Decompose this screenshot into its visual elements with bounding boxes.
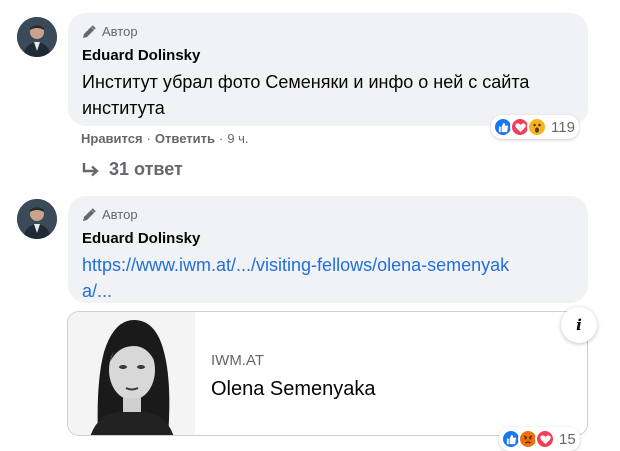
wow-icon (527, 117, 547, 137)
reactions-summary[interactable]: 119 (491, 115, 579, 139)
like-button[interactable]: Нравится (81, 131, 143, 146)
author-name-link[interactable]: Eduard Dolinsky (82, 230, 200, 247)
separator-dot: · (218, 131, 224, 146)
reply-button[interactable]: Ответить (155, 131, 215, 146)
comment-actions: Нравится · Ответить · 9 ч. (81, 131, 249, 146)
link-title[interactable]: Olena Semenyaka (211, 378, 376, 401)
author-badge-label: Автор (102, 24, 138, 39)
comment-timestamp[interactable]: 9 ч. (227, 131, 248, 146)
reaction-count: 119 (551, 118, 575, 136)
link-domain: IWM.AT (211, 352, 265, 369)
reaction-count: 15 (559, 430, 576, 448)
comment-bubble: Автор Eduard Dolinsky Институт убрал фот… (68, 13, 588, 126)
pencil-icon (83, 24, 96, 38)
love-icon (535, 429, 555, 449)
pencil-icon (83, 207, 96, 221)
separator-dot: · (146, 131, 151, 146)
author-avatar[interactable] (17, 199, 57, 239)
reply-arrow-icon (82, 162, 99, 176)
reactions-summary[interactable]: 15 (499, 427, 580, 451)
view-replies-button[interactable]: 31 ответ (81, 159, 183, 180)
author-badge-label: Автор (102, 207, 138, 222)
link-preview-card[interactable]: IWM.AT Olena Semenyaka (67, 311, 588, 436)
author-name-link[interactable]: Eduard Dolinsky (82, 47, 200, 64)
comment-bubble: Автор Eduard Dolinsky https://www.iwm.at… (68, 196, 588, 303)
comment-url-link[interactable]: https://www.iwm.at/.../visiting-fellows/… (82, 252, 512, 304)
info-icon[interactable]: i (561, 307, 597, 343)
replies-label: 31 ответ (109, 159, 183, 179)
author-avatar[interactable] (17, 17, 57, 57)
author-badge: Автор (82, 207, 138, 222)
comment-text: Институт убрал фото Семеняки и инфо о не… (82, 72, 530, 118)
link-preview-image (68, 312, 195, 435)
author-badge: Автор (82, 24, 138, 39)
